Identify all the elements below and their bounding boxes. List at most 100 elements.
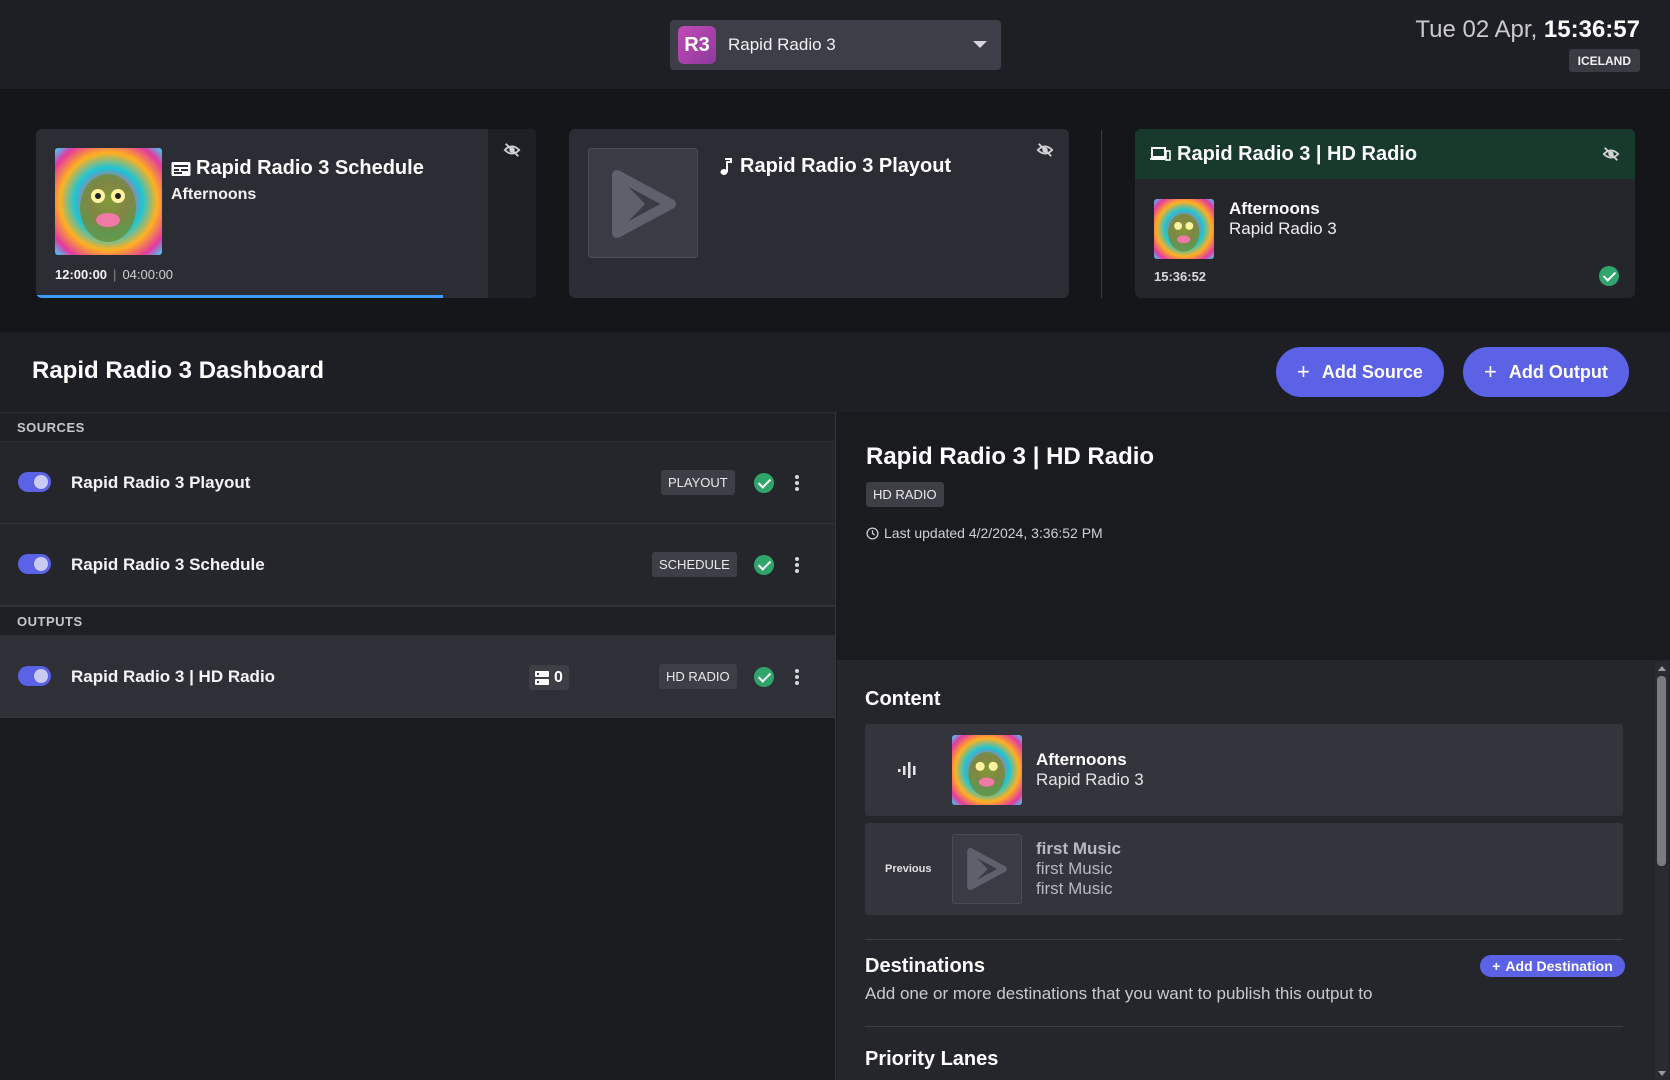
- output-detail-body: Content Afternoons Rapid Radio 3 Previou…: [837, 660, 1670, 1080]
- status-ok-icon: [754, 473, 774, 493]
- server-icon: [535, 670, 549, 685]
- divider: [865, 1026, 1623, 1027]
- current-title: Afternoons: [1036, 750, 1127, 769]
- previous-label: Previous: [885, 863, 932, 875]
- devices-icon: [1150, 147, 1171, 161]
- schedule-card-title: Rapid Radio 3 Schedule: [196, 157, 424, 179]
- source-type-badge: PLAYOUT: [661, 470, 735, 495]
- more-options-icon[interactable]: [794, 475, 800, 491]
- schedule-card-title-row: Rapid Radio 3 Schedule: [171, 157, 424, 180]
- add-source-label: Add Source: [1321, 361, 1423, 382]
- detail-title: Rapid Radio 3 | HD Radio: [866, 443, 1155, 470]
- previous-title: first Music: [1036, 839, 1122, 858]
- hd-radio-card[interactable]: Rapid Radio 3 | HD Radio Afternoons Rapi…: [1135, 129, 1635, 298]
- schedule-start: 12:00:00: [55, 267, 108, 282]
- hd-radio-track: Afternoons: [1229, 199, 1320, 218]
- source-name: Rapid Radio 3 Schedule: [71, 554, 265, 574]
- current-content-item[interactable]: Afternoons Rapid Radio 3: [865, 724, 1623, 816]
- scrollbar-thumb[interactable]: [1657, 676, 1666, 866]
- play-placeholder-art: [588, 148, 698, 258]
- play-logo-icon: [612, 170, 676, 238]
- add-output-label: Add Output: [1508, 361, 1608, 382]
- station-logo: R3: [678, 26, 716, 64]
- top-bar: R3 Rapid Radio 3 Tue 02 Apr, 15:36:57 IC…: [0, 0, 1670, 90]
- scroll-down-icon[interactable]: [1658, 1071, 1666, 1076]
- outputs-label: OUTPUTS: [0, 606, 835, 636]
- source-row-schedule[interactable]: Rapid Radio 3 Schedule SCHEDULE: [0, 524, 835, 606]
- schedule-progress-bar: [36, 295, 443, 298]
- content-heading: Content: [865, 688, 941, 710]
- divider: [865, 939, 1623, 940]
- clock-icon: [866, 526, 879, 540]
- hd-radio-station: Rapid Radio 3: [1229, 219, 1337, 238]
- output-type-badge: HD RADIO: [659, 664, 737, 689]
- dashboard-header: Rapid Radio 3 Dashboard + Add Source + A…: [0, 332, 1670, 412]
- add-output-button[interactable]: + Add Output: [1463, 347, 1629, 397]
- more-options-icon[interactable]: [794, 557, 800, 573]
- audio-level-icon: [898, 762, 916, 778]
- add-destination-label: Add Destination: [1505, 958, 1613, 974]
- scroll-up-icon[interactable]: [1658, 666, 1666, 671]
- output-row-hd-radio[interactable]: Rapid Radio 3 | HD Radio 0 HD RADIO: [0, 636, 835, 718]
- destination-count: 0: [554, 668, 563, 686]
- hd-radio-now-playing: Afternoons Rapid Radio 3: [1229, 199, 1337, 239]
- previous-content-item[interactable]: Previous first Music first Music first M…: [865, 823, 1623, 915]
- detail-type-badge: HD RADIO: [866, 482, 944, 507]
- chevron-down-icon[interactable]: [973, 41, 987, 48]
- album-art: [55, 148, 162, 255]
- clock-time: 15:36:57: [1543, 16, 1640, 43]
- album-art: [952, 735, 1022, 805]
- output-name: Rapid Radio 3 | HD Radio: [71, 666, 276, 686]
- source-type-badge: SCHEDULE: [652, 552, 737, 577]
- play-placeholder-art: [952, 834, 1022, 904]
- destinations-description: Add one or more destinations that you wa…: [865, 984, 1373, 1003]
- music-note-icon: [720, 157, 732, 175]
- station-name: Rapid Radio 3: [728, 35, 836, 54]
- eye-off-icon[interactable]: [1602, 145, 1620, 163]
- playout-card-title-row: Rapid Radio 3 Playout: [719, 155, 951, 178]
- timecode-separator: |: [113, 267, 117, 282]
- plus-icon: +: [1297, 359, 1310, 384]
- last-updated: Last updated 4/2/2024, 3:36:52 PM: [866, 525, 1103, 541]
- detail-scrollbar[interactable]: [1655, 662, 1668, 1080]
- schedule-duration: 04:00:00: [122, 267, 174, 282]
- schedule-card[interactable]: Rapid Radio 3 Schedule Afternoons 12:00:…: [36, 129, 536, 298]
- now-playing-band: Rapid Radio 3 Schedule Afternoons 12:00:…: [0, 90, 1670, 332]
- eye-off-icon[interactable]: [1036, 141, 1054, 159]
- eye-off-icon[interactable]: [503, 141, 521, 159]
- dashboard-title: Rapid Radio 3 Dashboard: [32, 357, 325, 384]
- current-artist: Rapid Radio 3: [1036, 770, 1144, 789]
- timezone-badge: ICELAND: [1568, 49, 1640, 72]
- add-destination-button[interactable]: + Add Destination: [1480, 955, 1625, 977]
- current-content-text: Afternoons Rapid Radio 3: [1036, 750, 1144, 790]
- status-ok-icon: [754, 667, 774, 687]
- add-source-button[interactable]: + Add Source: [1276, 347, 1444, 397]
- hd-radio-card-header: Rapid Radio 3 | HD Radio: [1135, 129, 1635, 179]
- output-toggle[interactable]: [18, 666, 51, 686]
- status-ok-icon: [754, 555, 774, 575]
- clock-date: Tue 02 Apr,: [1415, 16, 1538, 43]
- album-art: [1154, 199, 1214, 259]
- schedule-card-subtitle: Afternoons: [171, 186, 257, 203]
- source-toggle[interactable]: [18, 472, 51, 492]
- more-options-icon[interactable]: [794, 669, 800, 685]
- output-detail-header: Rapid Radio 3 | HD Radio HD RADIO Last u…: [837, 412, 1670, 660]
- plus-icon: +: [1484, 359, 1497, 384]
- playout-card-title: Rapid Radio 3 Playout: [740, 155, 952, 177]
- station-selector[interactable]: R3 Rapid Radio 3: [670, 20, 1001, 70]
- sources-label: SOURCES: [0, 412, 835, 442]
- schedule-icon: [171, 161, 191, 176]
- previous-content-text: first Music first Music first Music: [1036, 839, 1121, 899]
- hd-radio-card-title: Rapid Radio 3 | HD Radio: [1177, 142, 1418, 165]
- schedule-timecodes: 12:00:00 | 04:00:00: [55, 267, 173, 282]
- source-name: Rapid Radio 3 Playout: [71, 472, 251, 492]
- playout-card[interactable]: Rapid Radio 3 Playout: [569, 129, 1069, 298]
- schedule-card-text: Rapid Radio 3 Schedule Afternoons: [171, 157, 424, 204]
- source-row-playout[interactable]: Rapid Radio 3 Playout PLAYOUT: [0, 442, 835, 524]
- sources-outputs-panel: SOURCES Rapid Radio 3 Playout PLAYOUT Ra…: [0, 412, 836, 1080]
- destinations-heading: Destinations: [865, 955, 986, 977]
- last-updated-text: Last updated 4/2/2024, 3:36:52 PM: [884, 525, 1103, 541]
- source-toggle[interactable]: [18, 554, 51, 574]
- destination-count-chip: 0: [529, 665, 569, 690]
- clock: Tue 02 Apr, 15:36:57: [1415, 16, 1640, 44]
